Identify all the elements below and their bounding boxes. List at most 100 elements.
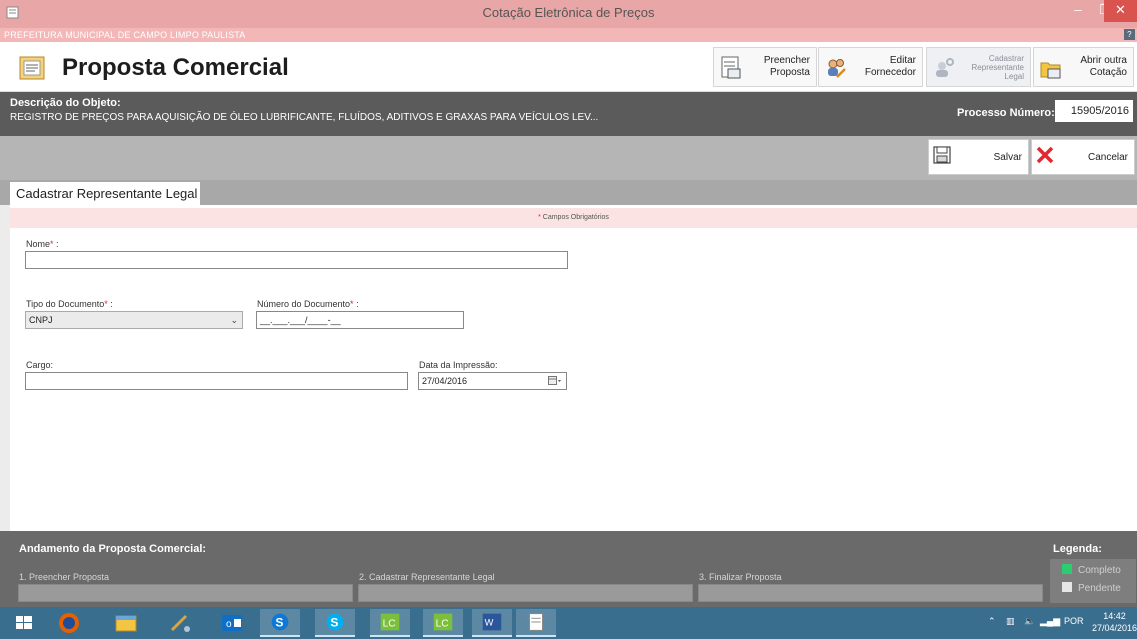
legend: Completo Pendente xyxy=(1050,559,1136,603)
user-gear-icon xyxy=(936,58,954,77)
docnum-label: Número do Documento* : xyxy=(257,299,359,309)
abrir-cotacao-button[interactable]: Abrir outra Cotação xyxy=(1033,47,1134,87)
windows-start-icon[interactable] xyxy=(4,609,44,637)
document-form-icon xyxy=(721,56,741,79)
object-description-band: Descrição do Objeto: REGISTRO DE PREÇOS … xyxy=(0,92,1137,136)
object-label: Descrição do Objeto: xyxy=(10,97,121,109)
pendente-swatch xyxy=(1062,582,1072,592)
doctype-value: CNPJ xyxy=(29,315,53,325)
organization-bar: PREFEITURA MUNICIPAL DE CAMPO LIMPO PAUL… xyxy=(0,28,1137,42)
network-icon[interactable]: ▥ xyxy=(1006,616,1015,627)
tab-cadastrar-representante[interactable]: Cadastrar Representante Legal xyxy=(10,182,200,205)
process-number-value: 15905/2016 xyxy=(1055,100,1133,122)
form-area: * Campos Obrigatórios Nome* : Tipo do Do… xyxy=(10,205,1137,531)
process-number-label: Processo Número: xyxy=(957,107,1055,119)
page-header: Proposta Comercial Preencher Proposta Ed… xyxy=(0,42,1137,92)
required-note-text: Campos Obrigatórios xyxy=(542,214,609,221)
preencher-label-2: Proposta xyxy=(769,67,810,78)
step-1-label: 1. Preencher Proposta xyxy=(19,572,110,582)
page-title: Proposta Comercial xyxy=(62,54,289,81)
cadastrar-representante-button[interactable]: Cadastrar Representante Legal xyxy=(926,47,1031,87)
clock-date: 27/04/2016 xyxy=(1092,623,1137,633)
progress-section: Andamento da Proposta Comercial: 1. Pree… xyxy=(0,531,1137,607)
folder-open-icon xyxy=(1040,62,1061,79)
abrir-label-2: Cotação xyxy=(1089,67,1127,78)
required-mark: * xyxy=(538,214,541,221)
editar-label-1: Editar xyxy=(889,55,916,66)
preencher-label-1: Preencher xyxy=(763,55,810,66)
step-2-bar xyxy=(358,584,693,602)
object-value: REGISTRO DE PREÇOS PARA AQUISIÇÃO DE ÓLE… xyxy=(10,112,599,123)
editar-label-2: Fornecedor xyxy=(864,67,916,78)
word-icon[interactable]: W xyxy=(472,609,512,637)
abrir-label-1: Abrir outra xyxy=(1080,55,1127,66)
cancel-button[interactable]: Cancelar xyxy=(1031,139,1135,175)
minimize-button[interactable]: – xyxy=(1063,0,1093,22)
date-label: Data da Impressão: xyxy=(419,360,498,370)
file-explorer-icon[interactable] xyxy=(106,609,146,637)
date-value: 27/04/2016 xyxy=(422,376,468,386)
lc-app-icon[interactable]: LC xyxy=(370,609,410,637)
cadastrar-label-1: Cadastrar xyxy=(988,54,1024,63)
step-3-label: 3. Finalizar Proposta xyxy=(699,572,782,582)
skype-icon[interactable]: S xyxy=(315,609,355,637)
cadastrar-label-2: Representante xyxy=(971,63,1024,72)
date-input[interactable]: 27/04/2016 xyxy=(418,372,567,390)
close-window-button[interactable]: ✕ xyxy=(1104,0,1137,22)
clock[interactable]: 14:42 27/04/2016 xyxy=(1092,610,1137,634)
completo-swatch xyxy=(1062,564,1072,574)
window-title: Cotação Eletrônica de Preços xyxy=(482,5,655,20)
name-label: Nome* : xyxy=(26,239,59,249)
svg-text:LC: LC xyxy=(436,619,449,630)
save-button[interactable]: Salvar xyxy=(928,139,1029,175)
preencher-proposta-button[interactable]: Preencher Proposta xyxy=(713,47,817,87)
window-titlebar: Cotação Eletrônica de Preços – ❐ ✕ xyxy=(0,0,1137,28)
document-icon xyxy=(19,56,45,80)
docnum-value: __.___.___/____-__ xyxy=(260,315,341,325)
firefox-icon[interactable] xyxy=(49,609,89,637)
save-label: Salvar xyxy=(993,152,1022,163)
tab-strip: Cadastrar Representante Legal xyxy=(0,180,1137,205)
step-3-bar xyxy=(698,584,1043,602)
doctype-select[interactable]: CNPJ ⌄ xyxy=(25,311,243,329)
help-icon[interactable]: ? xyxy=(1124,29,1135,40)
legend-completo: Completo xyxy=(1062,564,1121,576)
language-indicator[interactable]: POR xyxy=(1064,616,1084,626)
name-input[interactable] xyxy=(25,251,568,269)
progress-title: Andamento da Proposta Comercial: xyxy=(19,543,207,555)
clock-time: 14:42 xyxy=(1103,611,1126,621)
tools-icon[interactable] xyxy=(160,609,200,637)
chevron-down-icon: ⌄ xyxy=(230,315,238,325)
legend-title: Legenda: xyxy=(1053,543,1102,555)
step-1-bar xyxy=(18,584,353,602)
action-bar: Salvar Cancelar xyxy=(0,136,1137,180)
editar-fornecedor-button[interactable]: Editar Fornecedor xyxy=(818,47,923,87)
legend-pendente: Pendente xyxy=(1062,582,1121,594)
organization-name: PREFEITURA MUNICIPAL DE CAMPO LIMPO PAUL… xyxy=(4,30,246,40)
outlook-icon[interactable]: o xyxy=(212,609,252,637)
svg-text:o: o xyxy=(226,619,232,630)
signal-icon[interactable]: ▂▄▆ xyxy=(1040,616,1060,627)
cancel-label: Cancelar xyxy=(1087,152,1128,163)
volume-icon[interactable]: 🔈 xyxy=(1024,616,1035,627)
floppy-disk-icon xyxy=(933,146,951,164)
role-label: Cargo: xyxy=(26,360,54,370)
lc-app-icon-2[interactable]: LC xyxy=(423,609,463,637)
step-2-label: 2. Cadastrar Representante Legal xyxy=(359,572,495,582)
calendar-icon[interactable] xyxy=(548,376,562,386)
docnum-input[interactable]: __.___.___/____-__ xyxy=(256,311,464,329)
tray-chevron-icon[interactable]: ⌃ xyxy=(988,616,996,627)
required-fields-note: * Campos Obrigatórios xyxy=(10,208,1137,228)
cadastrar-label-3: Legal xyxy=(1004,72,1024,81)
cotacao-app-icon[interactable] xyxy=(516,609,556,637)
close-icon xyxy=(1036,146,1054,164)
svg-text:W: W xyxy=(485,618,494,628)
svg-text:LC: LC xyxy=(383,619,396,630)
role-input[interactable] xyxy=(25,372,408,390)
doctype-label: Tipo do Documento* : xyxy=(26,299,113,309)
windows-taskbar: o S S LC LC W ⌃ ▥ 🔈 ▂▄▆ POR 14:42 27/04/… xyxy=(0,607,1137,639)
skype-business-icon[interactable]: S xyxy=(260,609,300,637)
users-edit-icon xyxy=(828,59,846,78)
svg-text:S: S xyxy=(275,616,283,630)
svg-text:S: S xyxy=(330,616,338,630)
